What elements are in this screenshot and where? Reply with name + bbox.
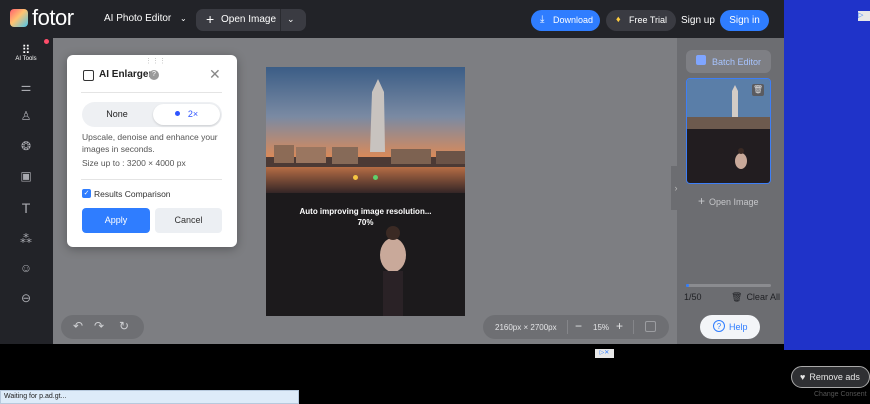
clear-all-label: Clear All [746, 292, 780, 302]
beauty-icon[interactable]: ♙ [18, 108, 34, 124]
divider [81, 179, 222, 180]
browser-status-bar: Waiting for p.ad.gt... [0, 390, 299, 404]
drag-handle-icon[interactable]: ⋮⋮⋮ [145, 57, 166, 65]
divider [567, 320, 568, 334]
help-label: Help [729, 322, 748, 332]
add-image-button[interactable]: + Open Image [698, 194, 759, 208]
ai-tools-button[interactable]: ⠿ AI Tools [15, 43, 37, 62]
scale-option-none[interactable]: None [82, 102, 152, 127]
history-bar: ↶ ↷ ↻ [61, 315, 144, 339]
more-icon[interactable]: ⊖ [18, 290, 34, 306]
results-comparison-checkbox[interactable]: ✓ [82, 189, 91, 198]
diamond-icon: ♦ [616, 14, 621, 24]
batch-icon [696, 55, 706, 65]
zoom-in-button[interactable]: + [616, 319, 623, 333]
download-icon: ⤓ [540, 14, 545, 25]
sticker-icon[interactable]: ☺ [18, 260, 34, 276]
processing-overlay: Auto improving image resolution... 70% [266, 206, 465, 228]
divider [280, 9, 281, 31]
scale-option-2x-label: 2× [187, 109, 199, 119]
free-trial-button[interactable]: ♦ Free Trial [606, 10, 676, 31]
open-image-button[interactable]: + Open Image ⌄ [196, 9, 306, 31]
image-count: 1/50 [684, 292, 702, 302]
remove-ads-label: Remove ads [809, 372, 860, 382]
apply-button[interactable]: Apply [82, 208, 150, 233]
image-count-track [686, 284, 771, 287]
zoom-level: 15% [593, 323, 610, 332]
elements-icon[interactable]: ⁂ [18, 231, 34, 247]
free-trial-label: Free Trial [629, 15, 668, 25]
add-image-label: Open Image [709, 197, 759, 207]
redo-icon[interactable]: ↷ [94, 319, 104, 333]
zoom-bar: 2160px × 2700px − 15% + [483, 315, 669, 339]
sign-in-button[interactable]: Sign in [720, 10, 769, 31]
trash-icon[interactable]: 🗑 [752, 84, 764, 96]
effects-icon[interactable]: ❂ [18, 138, 34, 154]
sign-up-link[interactable]: Sign up [681, 15, 715, 26]
batch-editor-button[interactable]: Batch Editor [686, 50, 771, 73]
results-comparison-label[interactable]: Results Comparison [94, 189, 171, 199]
brand-name[interactable]: fotor [32, 5, 74, 31]
selected-dot-icon [174, 111, 180, 116]
notification-dot [44, 39, 49, 44]
dialog-description: Upscale, denoise and enhance your images… [82, 132, 218, 154]
chevron-down-icon[interactable]: ⌄ [287, 14, 295, 25]
cancel-button[interactable]: Cancel [155, 208, 222, 233]
reset-icon[interactable]: ↻ [119, 319, 129, 333]
open-image-label: Open Image [221, 14, 277, 25]
compare-icon[interactable] [645, 321, 656, 332]
divider [81, 92, 222, 93]
ai-photo-editor-menu[interactable]: AI Photo Editor ⌄ [104, 13, 187, 24]
fotor-logo-icon[interactable] [10, 9, 28, 27]
plus-icon: + [698, 194, 706, 208]
undo-icon[interactable]: ↶ [73, 319, 83, 333]
loading-dot-green [373, 175, 378, 180]
ad-choices-icon[interactable]: ▷✕ [595, 349, 614, 358]
grid-icon: ⠿ [21, 43, 31, 57]
batch-editor-label: Batch Editor [712, 57, 762, 67]
help-button[interactable]: ? Help [700, 315, 760, 339]
adjust-icon[interactable]: ⚌ [18, 79, 34, 95]
scale-option-2x[interactable]: 2× [153, 104, 220, 125]
clear-all-button[interactable]: 🗑 Clear All [731, 292, 780, 303]
dialog-title: AI Enlarger [99, 69, 153, 80]
image-dimensions: 2160px × 2700px [495, 323, 557, 332]
zoom-out-button[interactable]: − [575, 319, 582, 333]
editor-menu-label: AI Photo Editor [104, 13, 172, 24]
size-limit-text: Size up to : 3200 × 4000 px [82, 158, 186, 168]
chevron-down-icon: ⌄ [180, 14, 187, 23]
image-count-fill [686, 284, 689, 287]
divider [633, 320, 634, 334]
enlarger-icon [83, 70, 94, 81]
ai-tools-label: AI Tools [15, 56, 37, 62]
change-consent-link[interactable]: Change Consent [814, 391, 867, 398]
loading-dot-yellow [353, 175, 358, 180]
processing-progress: 70% [357, 218, 374, 227]
text-icon[interactable]: T [18, 200, 34, 216]
ad-banner[interactable] [784, 0, 870, 350]
ad-choices-icon[interactable]: ▷ [858, 11, 870, 21]
close-icon[interactable]: ✕ [209, 66, 221, 83]
plus-icon: + [206, 11, 215, 27]
remove-ads-button[interactable]: ♥ Remove ads [791, 366, 870, 388]
photo-image [266, 67, 465, 316]
frame-icon[interactable]: ▣ [18, 168, 34, 184]
question-icon: ? [713, 320, 725, 332]
heart-icon: ♥ [800, 372, 806, 382]
trash-icon: 🗑 [731, 292, 743, 302]
photo-preview [266, 67, 465, 316]
collapse-panel-icon[interactable]: › [671, 166, 681, 210]
info-icon[interactable]: ? [149, 70, 159, 80]
download-button[interactable]: ⤓ Download [531, 10, 600, 31]
processing-status-text: Auto improving image resolution... [299, 207, 432, 216]
download-label: Download [553, 15, 594, 25]
